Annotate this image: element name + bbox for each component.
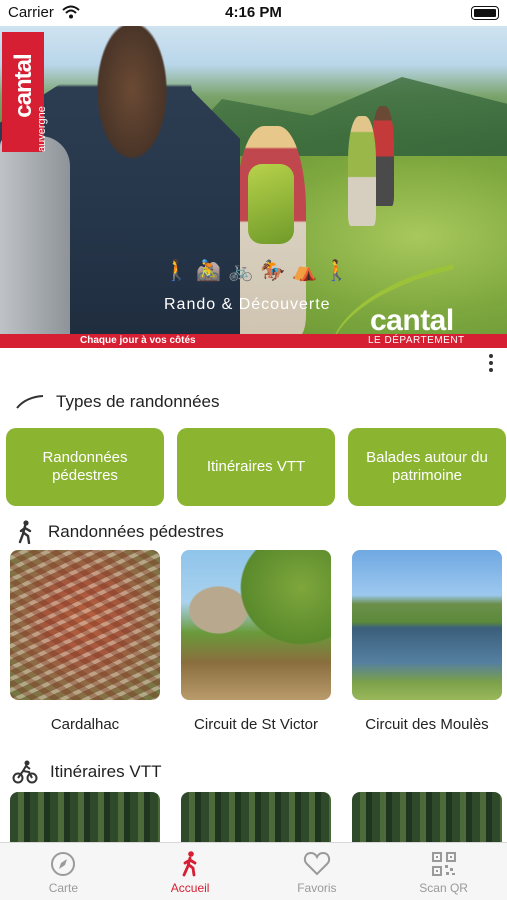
- hike-card-title: Circuit des Moulès: [365, 716, 489, 733]
- walker-icon: 🚶: [324, 260, 349, 282]
- type-button-label: Randonnées pédestres: [42, 449, 128, 484]
- hero-tagline: Rando & Découverte: [164, 296, 331, 313]
- type-button-label: Itinéraires VTT: [206, 458, 306, 475]
- tab-accueil[interactable]: Accueil: [127, 843, 254, 900]
- heart-icon: [303, 851, 330, 876]
- battery-icon: [471, 6, 499, 20]
- type-button-patrimoine[interactable]: Balades autour du patrimoine: [348, 428, 506, 506]
- tab-favoris[interactable]: Favoris: [254, 843, 381, 900]
- hike-card-cardalhac[interactable]: Cardalhac: [10, 550, 160, 733]
- trail-curve-icon: [16, 395, 44, 409]
- section-vtt-header: Itinéraires VTT: [12, 760, 161, 784]
- compass-icon: [51, 852, 76, 876]
- hike-card-image: [352, 550, 502, 700]
- cantal-auvergne-logo: cantal auvergne: [2, 32, 48, 152]
- tab-label: Favoris: [297, 881, 337, 895]
- hike-card-title: Cardalhac: [50, 716, 120, 733]
- ribbon-left-text: Chaque jour à vos côtés: [80, 335, 196, 346]
- hiker-icon: [182, 851, 197, 877]
- camping-tent-icon: ⛺: [292, 260, 317, 282]
- tab-label: Accueil: [170, 881, 210, 895]
- section-pedestres-title: Randonnées pédestres: [48, 522, 224, 541]
- tab-label: Carte: [48, 881, 79, 895]
- brand-text: cantal: [370, 304, 454, 337]
- hike-card-image: [181, 550, 331, 700]
- type-button-label: Balades autour du patrimoine: [366, 449, 488, 484]
- clock: 4:16 PM: [225, 4, 282, 21]
- status-bar: Carrier 4:16 PM: [0, 0, 507, 26]
- section-vtt-title: Itinéraires VTT: [50, 762, 162, 781]
- hiker-icon: [18, 520, 32, 544]
- tab-scan-qr[interactable]: Scan QR: [380, 843, 507, 900]
- hero-banner: cantal auvergne 🚶 🚵 🚲 🏇 ⛺ 🚶 Rando & Déco…: [0, 26, 507, 348]
- section-types-title: Types de randonnées: [56, 392, 220, 411]
- section-pedestres-header: Randonnées pédestres: [16, 520, 224, 544]
- tab-label: Scan QR: [419, 881, 468, 895]
- hike-card-moules[interactable]: Circuit des Moulès: [352, 550, 502, 733]
- hiker-figure: [348, 116, 376, 226]
- logo-text: cantal: [10, 54, 37, 118]
- section-types-header: Types de randonnées: [16, 392, 220, 412]
- hike-card-image: [10, 550, 160, 700]
- horse-rider-icon: 🏇: [260, 260, 285, 282]
- ribbon-right-text: LE DÉPARTEMENT: [368, 335, 465, 346]
- type-button-vtt[interactable]: Itinéraires VTT: [177, 428, 335, 506]
- mountain-bike-icon: [12, 760, 38, 784]
- mountain-bike-icon: 🚵: [196, 260, 221, 282]
- hero-ribbon: Chaque jour à vos côtés LE DÉPARTEMENT: [0, 334, 507, 348]
- type-button-pedestres[interactable]: Randonnées pédestres: [6, 428, 164, 506]
- bicycle-icon: 🚲: [228, 260, 253, 282]
- activity-icons: 🚶 🚵 🚲 🏇 ⛺ 🚶: [164, 258, 349, 284]
- tab-carte[interactable]: Carte: [0, 843, 127, 900]
- logo-subtext: auvergne: [36, 106, 48, 152]
- app-screen: Carrier 4:16 PM cantal auvergne 🚶 🚵 🚲 🏇 …: [0, 0, 507, 900]
- hike-card-title: Circuit de St Victor: [194, 716, 318, 733]
- hike-card-st-victor[interactable]: Circuit de St Victor: [181, 550, 331, 733]
- more-options-icon[interactable]: [484, 352, 498, 374]
- bottom-tab-bar: Carte Accueil Favoris Scan QR: [0, 842, 507, 900]
- backpack-foreground: [0, 136, 70, 346]
- backpack-figure: [248, 164, 294, 244]
- hiker-icon: 🚶: [164, 260, 189, 282]
- qr-code-icon: [431, 852, 456, 876]
